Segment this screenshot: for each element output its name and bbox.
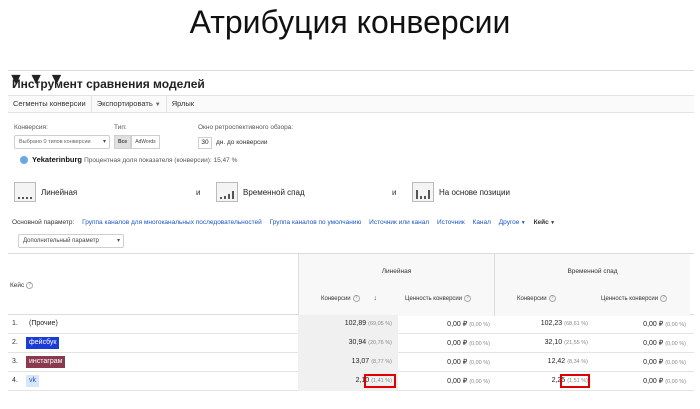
tool-title: Инструмент сравнения моделей [12,77,205,91]
conversion-label: Конверсия: [14,124,48,131]
value-header[interactable]: Ценность конверсии? [405,295,472,302]
slide-title: Атрибуция конверсии [189,4,511,40]
chevron-down-icon: ▾ [102,139,106,145]
case-label[interactable]: инстаграм [26,356,66,368]
lookback-suffix: дн. до конверсии [216,139,268,146]
position-based-model-icon [412,182,434,202]
case-label[interactable]: vk [26,375,39,387]
lookback-input[interactable]: 30 [198,137,212,149]
conv-linear: 102,89 (69,05 %) [344,320,392,327]
value-time-decay: 0,00 ₽ (0,00 %) [643,340,686,347]
dim-link-source[interactable]: Источник [437,219,465,226]
primary-dimension-bar: Основной параметр: Группа каналов для мн… [12,219,556,226]
help-icon: ? [548,295,556,302]
and-label: и [196,188,201,197]
chevron-down-icon: ▼ [154,102,161,108]
additional-param-dropdown[interactable]: Дополнительный параметр ▾ [18,234,124,248]
table-header: Кейс? Линейная Конверсии? ↓ Ценность кон… [8,253,694,316]
model-selector-1[interactable]: Линейная [14,181,77,203]
segment-info: Yekaterinburg Процентная доля показателя… [32,155,238,164]
toolbar: Сегменты конверсии Экспортировать ▼ Ярлык [8,95,694,113]
group-header-time-decay: Временной спад Конверсии? Ценность конве… [494,254,690,316]
export-button[interactable]: Экспортировать ▼ [92,95,167,113]
model-selector-2[interactable]: Временной спад [216,181,305,203]
conversion-dropdown[interactable]: Выбрано 0 типов конверсии ▾ [14,135,110,149]
row-index: 4. [12,377,18,384]
conv-linear: 13,07 (8,77 %) [351,358,392,365]
value-time-decay: 0,00 ₽ (0,00 %) [643,359,686,366]
dim-current: Кейс [533,219,549,226]
row-index: 1. [12,320,18,327]
type-all-button[interactable]: Все [114,135,132,149]
table-row: 1. (Прочие) 102,89 (69,05 %) 0,00 ₽ (0,00 %) 1… [8,315,694,334]
type-adwords-button[interactable]: AdWords [131,135,160,149]
conv-time-decay: 102,23 (68,61 %) [540,320,588,327]
row-index: 3. [12,358,18,365]
linear-model-icon [14,182,36,202]
value-time-decay: 0,00 ₽ (0,00 %) [643,378,686,385]
first-col-header: Кейс? [10,282,34,289]
conv-time-decay: 32,10 (21,55 %) [544,339,588,346]
type-toggle: Все AdWords [114,135,160,149]
conv-linear: 30,94 (20,76 %) [348,339,392,346]
shortcut-button[interactable]: Ярлык [167,95,199,113]
value-header[interactable]: Ценность конверсии? [601,295,668,302]
help-icon: ? [352,295,360,302]
dim-link-medium[interactable]: Канал [473,219,491,226]
lookback-label: Окно ретроспективного обзора: [198,124,294,131]
dim-link-default-group[interactable]: Группа каналов по умолчанию [270,219,362,226]
chevron-down-icon: ▾ [116,238,120,244]
help-icon: ? [660,295,668,302]
highlight-box [364,374,396,388]
conv-time-decay: 12,42 (8,34 %) [547,358,588,365]
segment-dot-icon [20,156,28,164]
sort-arrow-icon: ↓ [373,295,377,303]
case-label[interactable]: (Прочие) [26,318,61,330]
help-icon[interactable]: ? [26,282,34,289]
value-linear: 0,00 ₽ (0,00 %) [447,359,490,366]
model-selector-3[interactable]: На основе позиции [412,181,510,203]
and-label: и [392,188,397,197]
segments-button[interactable]: Сегменты конверсии [8,95,92,113]
case-label[interactable]: фейсбук [26,337,60,349]
value-linear: 0,00 ₽ (0,00 %) [447,340,490,347]
table-row: 2. фейсбук 30,94 (20,76 %) 0,00 ₽ (0,00 %) 32,… [8,334,694,353]
row-index: 2. [12,339,18,346]
dim-link-source-medium[interactable]: Источник или канал [369,219,429,226]
highlight-box [560,374,590,388]
group-header-linear: Линейная Конверсии? ↓ Ценность конверсии… [298,254,494,316]
conv-header[interactable]: Конверсии? [517,295,556,302]
help-icon: ? [464,295,472,302]
value-linear: 0,00 ₽ (0,00 %) [447,378,490,385]
dim-link-mcf-group[interactable]: Группа каналов для многоканальных послед… [82,219,262,226]
type-label: Тип: [114,124,127,131]
value-linear: 0,00 ₽ (0,00 %) [447,321,490,328]
model-comparison-panel: Инструмент сравнения моделей Сегменты ко… [8,70,694,409]
table-row: 3. инстаграм 13,07 (8,77 %) 0,00 ₽ (0,00 %) 12… [8,353,694,372]
dim-link-other[interactable]: Другое [499,219,520,226]
value-time-decay: 0,00 ₽ (0,00 %) [643,321,686,328]
table-row: 4. vk 2,10 (1,41 %) 0,00 ₽ (0,00 %) 2,25 (1,51 … [8,372,694,391]
conv-header[interactable]: Конверсии? ↓ [321,295,377,302]
time-decay-model-icon [216,182,238,202]
